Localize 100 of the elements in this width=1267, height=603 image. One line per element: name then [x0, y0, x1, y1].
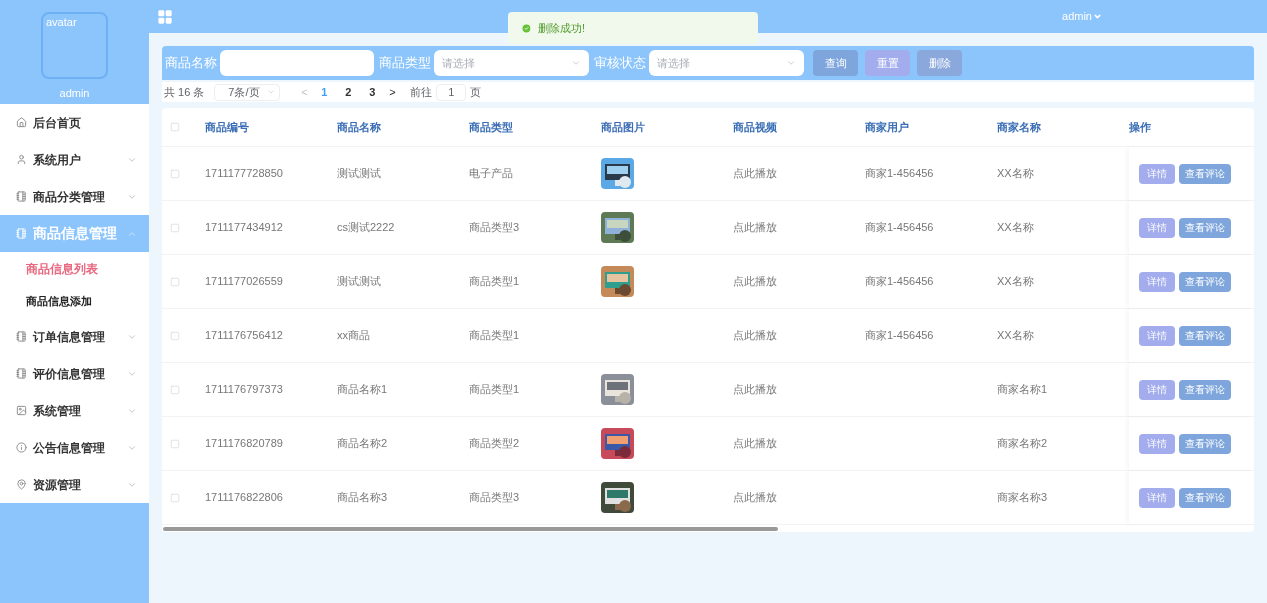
checkbox[interactable]	[170, 330, 180, 341]
table-cell-text: XX名称	[997, 328, 1035, 344]
checkbox[interactable]	[170, 492, 180, 503]
detail-button[interactable]: 详情	[1139, 163, 1175, 184]
video-link[interactable]: 点此播放	[733, 219, 865, 236]
video-link[interactable]: 点此播放	[733, 327, 865, 344]
prev-page-button[interactable]: <	[296, 83, 313, 101]
table-cell-text: 商品类型1	[469, 382, 521, 398]
detail-button[interactable]: 详情	[1139, 325, 1175, 346]
toast-message: 删除成功!	[538, 20, 586, 36]
table-cell-text: 商家名称1	[997, 382, 1049, 398]
action-button[interactable]: 删除	[917, 50, 962, 76]
user-icon	[16, 154, 27, 165]
chevron-icon	[267, 88, 276, 96]
checkbox[interactable]	[170, 168, 180, 179]
detail-button[interactable]: 详情	[1139, 271, 1175, 292]
table-cell-text: XX名称	[997, 220, 1035, 236]
video-link[interactable]: 点此播放	[733, 165, 865, 182]
page-input[interactable]: 1	[436, 83, 467, 101]
table-cell-text: 测试测试	[337, 166, 382, 182]
table-cell-text: 1711177434912	[205, 220, 284, 236]
view-reviews-button[interactable]: 查看评论	[1179, 379, 1231, 400]
goto-suffix: 页	[470, 84, 482, 100]
table-cell-text: 商家名称2	[997, 436, 1049, 452]
table-cell-text: 商品类型3	[469, 490, 521, 506]
menu-item[interactable]: 后台首页	[0, 104, 149, 141]
view-reviews-button[interactable]: 查看评论	[1179, 163, 1231, 184]
detail-button[interactable]: 详情	[1139, 217, 1175, 238]
submenu-item[interactable]: 商品信息列表	[0, 252, 149, 285]
info-icon	[16, 442, 27, 453]
checkbox[interactable]	[170, 438, 180, 449]
field-label: 商品类型	[379, 54, 431, 73]
input-field[interactable]	[220, 50, 374, 76]
view-reviews-button[interactable]: 查看评论	[1179, 433, 1231, 454]
action-button[interactable]: 查询	[813, 50, 858, 76]
submenu-item[interactable]: 商品信息添加	[0, 285, 149, 318]
menu-item[interactable]: 系统用户	[0, 141, 149, 178]
action-button[interactable]: 重置	[865, 50, 910, 76]
checkbox[interactable]	[170, 276, 180, 287]
user-menu[interactable]: admin	[1062, 8, 1102, 25]
menu-item[interactable]: 公告信息管理	[0, 429, 149, 466]
page-size-select[interactable]: 7条/页	[214, 83, 281, 101]
page-number[interactable]: 2	[336, 83, 361, 101]
map-pin-icon	[16, 479, 27, 490]
table-cell-text: 1711176822806	[205, 490, 284, 506]
total-count: 共 16 条	[164, 84, 205, 100]
table-cell-text: 商家1-456456	[865, 328, 935, 344]
detail-button[interactable]: 详情	[1139, 487, 1175, 508]
select-field[interactable]: 请选择	[434, 50, 589, 76]
table-cell-text: 商品类型2	[469, 436, 521, 452]
table-cell-text: xx商品	[337, 328, 371, 344]
menu-item[interactable]: 评价信息管理	[0, 355, 149, 392]
checkbox[interactable]	[170, 222, 180, 233]
horizontal-scrollbar[interactable]	[163, 526, 778, 531]
notebook-icon	[16, 191, 27, 202]
goto-label: 前往	[410, 84, 433, 100]
video-link[interactable]: 点此播放	[733, 489, 865, 506]
view-reviews-button[interactable]: 查看评论	[1179, 217, 1231, 238]
notebook-icon	[16, 331, 27, 342]
table-cell-text: 商品名称2	[337, 436, 389, 452]
column-header: 商品视频	[733, 119, 778, 135]
video-link[interactable]: 点此播放	[733, 381, 865, 398]
field-label: 商品名称	[165, 54, 217, 73]
checkbox[interactable]	[170, 122, 180, 132]
checkbox[interactable]	[170, 384, 180, 395]
menu-item[interactable]: 资源管理	[0, 466, 149, 503]
view-reviews-button[interactable]: 查看评论	[1179, 487, 1231, 508]
table-cell-text: 商品类型3	[469, 220, 521, 236]
notebook-icon	[16, 228, 27, 239]
menu-item[interactable]: 商品分类管理	[0, 178, 149, 215]
home-icon	[16, 117, 27, 128]
table-cell-text: 1711176756412	[205, 328, 284, 344]
next-page-button[interactable]: >	[384, 83, 401, 101]
grid-menu-icon[interactable]	[157, 8, 173, 25]
table-cell-text: XX名称	[997, 166, 1035, 182]
video-link[interactable]: 点此播放	[733, 273, 865, 290]
menu-item[interactable]: 商品信息管理	[0, 215, 149, 252]
chevron-icon	[786, 58, 796, 68]
page-number[interactable]: 1	[312, 83, 337, 101]
select-field[interactable]: 请选择	[649, 50, 804, 76]
menu-item[interactable]: 系统管理	[0, 392, 149, 429]
page-number[interactable]: 3	[360, 83, 385, 101]
video-link[interactable]: 点此播放	[733, 435, 865, 452]
detail-button[interactable]: 详情	[1139, 379, 1175, 400]
table-cell-text: 1711176797373	[205, 382, 284, 398]
table-cell-text: 商家1-456456	[865, 274, 935, 290]
view-reviews-button[interactable]: 查看评论	[1179, 271, 1231, 292]
avatar-alt-text: avatar	[46, 16, 77, 28]
detail-button[interactable]: 详情	[1139, 433, 1175, 454]
menu-item[interactable]: 订单信息管理	[0, 318, 149, 355]
table-cell-text: 1711176820789	[205, 436, 284, 452]
view-reviews-button[interactable]: 查看评论	[1179, 325, 1231, 346]
column-header: 商家名称	[997, 119, 1042, 135]
username: admin	[59, 86, 90, 101]
table-cell-text: 商品类型1	[469, 274, 521, 290]
table-cell-text: 1711177728850	[205, 166, 284, 182]
table-cell-text: 商品名称1	[337, 382, 389, 398]
table-cell-text: 商品名称3	[337, 490, 389, 506]
table-cell-text: 商家1-456456	[865, 166, 935, 182]
table-cell-text: 1711177026559	[205, 274, 284, 290]
